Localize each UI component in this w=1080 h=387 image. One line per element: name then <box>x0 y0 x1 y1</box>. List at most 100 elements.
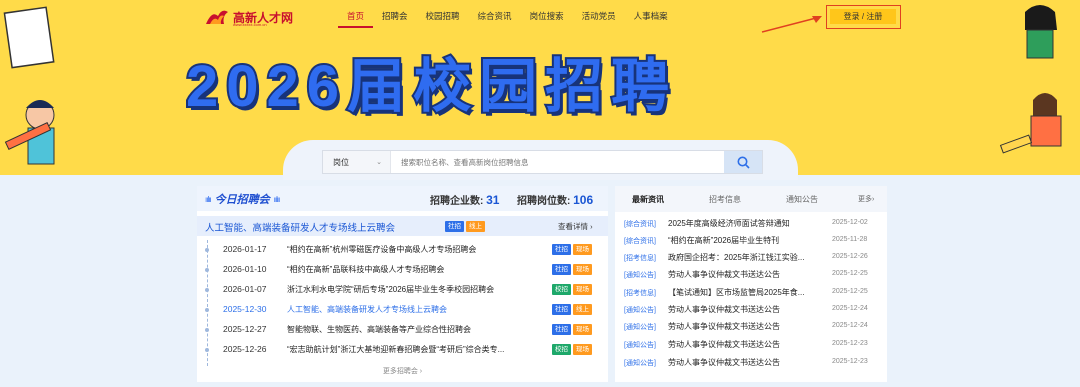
banner-title-char: 6 <box>305 54 342 120</box>
fair-date: 2026-01-10 <box>223 264 267 274</box>
banner-title-char: 0 <box>224 54 261 120</box>
job-fairs-header: ıılıı 今日招聘会 ıılıı 招聘企业数: 31 招聘岗位数: 106 <box>197 186 608 211</box>
banner-title-char: 招 <box>543 54 606 120</box>
news-title[interactable]: 劳动人事争议仲裁文书送达公告 <box>668 304 826 315</box>
news-category: [通知公告] <box>624 360 656 367</box>
news-category: [通知公告] <box>624 342 656 349</box>
banner-title-char: 园 <box>477 54 540 120</box>
fair-date: 2026-01-17 <box>223 244 267 254</box>
fair-date: 2026-01-07 <box>223 284 267 294</box>
news-date: 2025-12-23 <box>832 340 868 347</box>
fair-row[interactable]: 2025-12-26 “宏志助航计划”浙江大基地迎新春招聘会暨“考研后”综合类专… <box>197 341 608 359</box>
tag-online: 线上 <box>573 304 592 315</box>
fair-row[interactable]: 2025-12-30 人工智能、高端装备研发人才专场线上云聘会 社招 线上 <box>197 301 608 319</box>
tag-online: 线上 <box>466 221 485 232</box>
news-title[interactable]: 劳动人事争议仲裁文书送达公告 <box>668 357 826 368</box>
timeline-dot <box>205 248 209 252</box>
news-date: 2025-11-28 <box>832 236 868 243</box>
search-input[interactable] <box>391 151 724 173</box>
news-item[interactable]: [招考信息] 政府国企招考：2025年浙江钱江实验... 2025-12-26 <box>615 249 887 266</box>
news-category: [招考信息] <box>624 290 656 297</box>
fair-date: 2025-12-30 <box>223 304 267 314</box>
nav-home[interactable]: 首页 <box>338 10 374 28</box>
tag-social: 社招 <box>445 221 464 232</box>
featured-fair-details-link[interactable]: 查看详情 › <box>558 221 593 232</box>
banner-title: 2 0 2 6 届 校 园 招 聘 <box>184 54 671 120</box>
job-count-label: 招聘岗位数: <box>517 196 571 207</box>
timeline-dot <box>205 328 209 332</box>
news-panel: 最新资讯 招考信息 通知公告 更多› [综合资讯] 2025年度高级经济师面试答… <box>615 186 887 382</box>
fair-title[interactable]: 浙江水利水电学院“研后专场”2026届毕业生冬季校园招聘会 <box>287 284 545 295</box>
news-item[interactable]: [通知公告] 劳动人事争议仲裁文书送达公告 2025-12-23 <box>615 336 887 353</box>
tag-campus: 校招 <box>552 344 571 355</box>
banner-title-char: 2 <box>265 54 301 120</box>
tab-latest-news[interactable]: 最新资讯 <box>632 194 664 205</box>
featured-fair[interactable]: 人工智能、高端装备研发人才专场线上云聘会 社招 线上 查看详情 › <box>197 216 608 236</box>
chevron-right-icon: › <box>872 196 875 203</box>
tag-onsite: 现场 <box>573 244 592 255</box>
news-date: 2025-12-24 <box>832 305 868 312</box>
chevron-right-icon: › <box>590 222 593 231</box>
news-item[interactable]: [通知公告] 劳动人事争议仲裁文书送达公告 2025-12-25 <box>615 266 887 283</box>
tag-onsite: 现场 <box>573 344 592 355</box>
nav-party-members[interactable]: 活动党员 <box>573 10 625 28</box>
more-fairs-link[interactable]: 更多招聘会 › <box>197 366 608 376</box>
news-item[interactable]: [综合资讯] “相约在高新”2026届毕业生特刊 2025-11-28 <box>615 232 887 249</box>
news-date: 2025-12-25 <box>832 288 868 295</box>
timeline-dot <box>205 348 209 352</box>
featured-fair-tags: 社招 线上 <box>445 221 485 232</box>
news-more-link[interactable]: 更多› <box>858 194 874 204</box>
fair-row[interactable]: 2025-12-27 智能物联、生物医药、高端装备等产业综合性招聘会 社招 现场 <box>197 321 608 339</box>
news-date: 2025-12-24 <box>832 322 868 329</box>
nav-campus-recruitment[interactable]: 校园招聘 <box>417 10 469 28</box>
news-category: [招考信息] <box>624 255 656 262</box>
news-title[interactable]: 劳动人事争议仲裁文书送达公告 <box>668 339 826 350</box>
fair-title[interactable]: 智能物联、生物医药、高端装备等产业综合性招聘会 <box>287 324 545 335</box>
tag-social: 社招 <box>552 304 571 315</box>
fair-title[interactable]: “相约在高新”杭州零磁医疗设备中高级人才专场招聘会 <box>287 244 545 255</box>
news-item[interactable]: [通知公告] 劳动人事争议仲裁文书送达公告 2025-12-23 <box>615 354 887 371</box>
banner-title-char: 校 <box>411 54 474 120</box>
fair-row[interactable]: 2026-01-10 “相约在高新”品联科技中高级人才专场招聘会 社招 现场 <box>197 261 608 279</box>
news-item[interactable]: [通知公告] 劳动人事争议仲裁文书送达公告 2025-12-24 <box>615 301 887 318</box>
fair-title[interactable]: “宏志助航计划”浙江大基地迎新春招聘会暨“考研后”综合类专... <box>287 344 545 355</box>
news-category: [综合资讯] <box>624 221 656 228</box>
banner-title-char: 2 <box>184 54 221 120</box>
tag-campus: 校招 <box>552 284 571 295</box>
company-count-stat: 招聘企业数: 31 <box>430 192 499 207</box>
tab-exam-info[interactable]: 招考信息 <box>709 194 741 205</box>
job-count-value: 106 <box>573 193 594 207</box>
nav-personnel-files[interactable]: 人事档案 <box>625 10 677 28</box>
news-category: [综合资讯] <box>624 238 656 245</box>
news-title[interactable]: 劳动人事争议仲裁文书送达公告 <box>668 321 826 332</box>
news-title[interactable]: 劳动人事争议仲裁文书送达公告 <box>668 269 826 280</box>
news-item[interactable]: [招考信息] 【笔试通知】区市场监管局2025年食... 2025-12-25 <box>615 284 887 301</box>
news-title[interactable]: 政府国企招考：2025年浙江钱江实验... <box>668 252 826 263</box>
nav-job-fairs[interactable]: 招聘会 <box>373 10 417 28</box>
search-category-select[interactable]: 岗位 ⌄ <box>323 151 391 173</box>
fair-title[interactable]: “相约在高新”品联科技中高级人才专场招聘会 <box>287 264 545 275</box>
news-title[interactable]: “相约在高新”2026届毕业生特刊 <box>668 235 826 246</box>
illustration-left <box>3 6 55 165</box>
tag-onsite: 现场 <box>573 284 592 295</box>
news-title[interactable]: 2025年度高级经济师面试答辩通知 <box>668 218 826 229</box>
fair-row[interactable]: 2026-01-17 “相约在高新”杭州零磁医疗设备中高级人才专场招聘会 社招现… <box>197 241 608 259</box>
fair-row[interactable]: 2026-01-07 浙江水利水电学院“研后专场”2026届毕业生冬季校园招聘会… <box>197 281 608 299</box>
nav-news[interactable]: 综合资讯 <box>469 10 521 28</box>
search-button[interactable] <box>724 151 762 173</box>
featured-fair-title[interactable]: 人工智能、高端装备研发人才专场线上云聘会 <box>205 220 395 234</box>
today-fairs-title: 今日招聘会 <box>214 194 270 206</box>
news-more-label: 更多 <box>858 196 872 203</box>
news-title[interactable]: 【笔试通知】区市场监管局2025年食... <box>668 287 826 298</box>
news-item[interactable]: [综合资讯] 2025年度高级经济师面试答辩通知 2025-12-02 <box>615 215 887 232</box>
fair-date: 2025-12-27 <box>223 324 267 334</box>
tab-notices[interactable]: 通知公告 <box>786 194 818 205</box>
nav-job-search[interactable]: 岗位搜索 <box>521 10 573 28</box>
chevron-down-icon: ⌄ <box>376 159 382 166</box>
tag-social: 社招 <box>552 324 571 335</box>
news-tabs: 最新资讯 招考信息 通知公告 更多› <box>615 186 887 212</box>
news-date: 2025-12-26 <box>832 253 868 260</box>
login-register-button[interactable]: 登录 / 注册 <box>830 9 896 24</box>
news-item[interactable]: [通知公告] 劳动人事争议仲裁文书送达公告 2025-12-24 <box>615 318 887 335</box>
fair-title[interactable]: 人工智能、高端装备研发人才专场线上云聘会 <box>287 304 545 315</box>
